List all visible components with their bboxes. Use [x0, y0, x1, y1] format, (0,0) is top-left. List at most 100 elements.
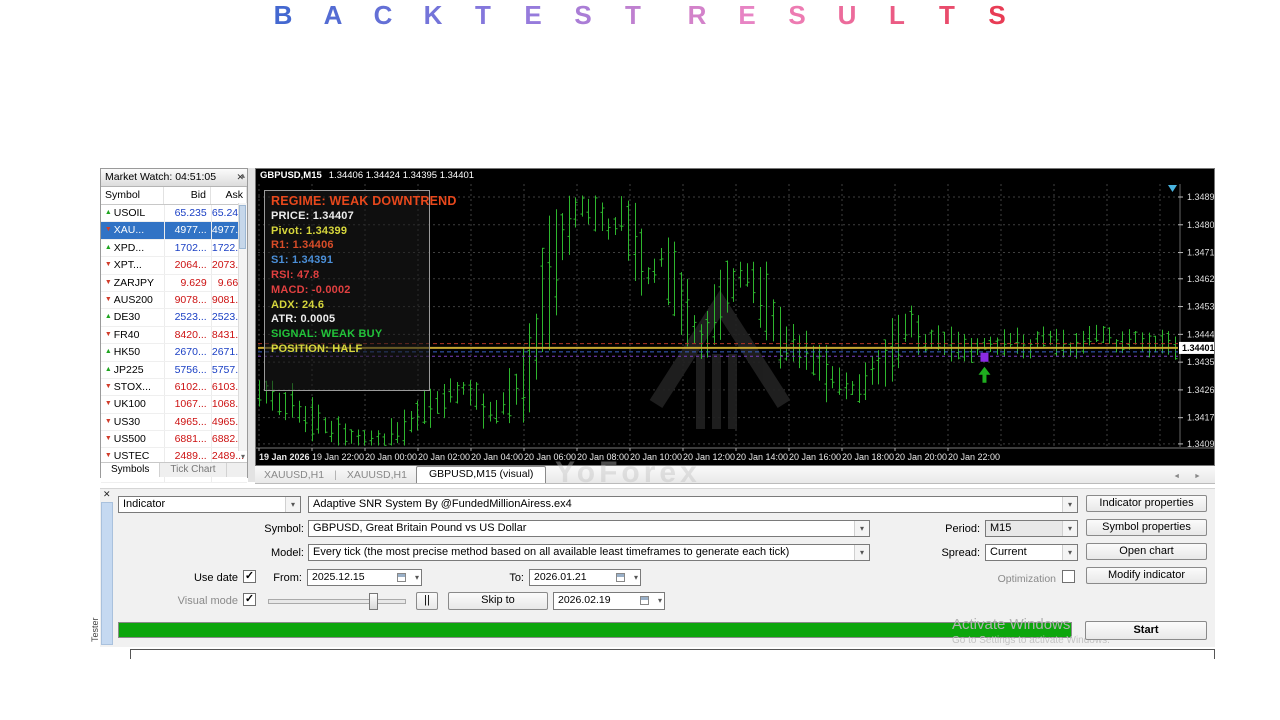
chart-tab-0[interactable]: XAUUSD,H1 [255, 468, 333, 483]
chart-symbol-period: GBPUSD,M15 [260, 170, 322, 181]
down-arrow-icon: ▼ [101, 275, 114, 291]
chevron-down-icon[interactable]: ▾ [285, 497, 300, 512]
market-watch-column-headers: Symbol Bid Ask [101, 187, 247, 205]
tab-scroll-arrows[interactable]: ◄ ► [1165, 473, 1215, 483]
title-letter: B [273, 0, 293, 31]
scrollbar-thumb[interactable] [239, 205, 246, 249]
market-watch-tabs: SymbolsTick Chart [101, 462, 247, 477]
svg-text:1.34090: 1.34090 [1187, 439, 1214, 449]
open-chart-button[interactable]: Open chart [1086, 543, 1207, 560]
indicator-properties-button[interactable]: Indicator properties [1086, 495, 1207, 512]
overlay-line: RSI: 47.8 [271, 268, 423, 283]
indicator-overlay-panel: REGIME: WEAK DOWNTRENDPRICE: 1.34407Pivo… [264, 190, 430, 391]
visual-mode-checkbox[interactable]: ✓ [243, 593, 256, 606]
symbol-name: XAU... [114, 222, 164, 238]
market-watch-row[interactable]: ▲JP2255756...5757... [101, 362, 247, 379]
broker-watermark: YoForex [555, 456, 701, 490]
symbol-select[interactable]: GBPUSD, Great Britain Pound vs US Dollar… [308, 520, 870, 537]
skip-to-date-field[interactable]: 2026.02.19 ▾ [553, 592, 665, 610]
tester-type-select[interactable]: Indicator ▾ [118, 496, 301, 513]
title-letter: T [623, 0, 643, 31]
to-label: To: [492, 570, 524, 586]
panel-gap [248, 168, 255, 482]
symbol-name: DE30 [114, 309, 164, 325]
from-date-value: 2025.12.15 [312, 571, 365, 583]
chevron-down-icon[interactable]: ▾ [1062, 521, 1077, 536]
market-watch-row[interactable]: ▲XPD...1702...1722... [101, 240, 247, 257]
calendar-icon[interactable] [397, 573, 406, 582]
chevron-down-icon[interactable]: ▾ [634, 570, 638, 585]
market-watch-row[interactable]: ▼XPT...2064...2073... [101, 257, 247, 274]
column-symbol[interactable]: Symbol [101, 187, 164, 204]
market-watch-row[interactable]: ▲USOIL65.23565.248 [101, 205, 247, 222]
bid-value: 2523... [164, 309, 211, 325]
indicator-file-value: Adaptive SNR System By @FundedMillionAir… [313, 498, 572, 510]
market-watch-scrollbar[interactable] [238, 203, 247, 451]
model-label: Model: [220, 545, 304, 561]
market-watch-row[interactable]: ▼US304965...4965... [101, 414, 247, 431]
market-watch-row[interactable]: ▲DE302523...2523... [101, 309, 247, 326]
market-watch-row[interactable]: ▲HK502670...2671... [101, 344, 247, 361]
market-watch-rows: ▲USOIL65.23565.248▼XAU...4977...4977...▲… [101, 205, 247, 483]
start-button[interactable]: Start [1085, 621, 1207, 640]
tester-side-strip: Tester [101, 502, 113, 645]
slider-thumb[interactable] [369, 593, 378, 610]
market-watch-row[interactable]: ▼STOX...6102...6103... [101, 379, 247, 396]
from-label: From: [250, 570, 302, 586]
symbol-name: USOIL [114, 205, 164, 221]
chevron-down-icon[interactable]: ▾ [854, 545, 869, 560]
pause-button[interactable]: || [416, 592, 438, 610]
period-select[interactable]: M15 ▾ [985, 520, 1078, 537]
title-letter: L [887, 0, 907, 31]
svg-text:20 Jan 22:00: 20 Jan 22:00 [948, 452, 1000, 462]
symbol-name: XPD... [114, 240, 164, 256]
activate-windows-watermark: Activate Windows [952, 616, 1070, 633]
chevron-down-icon[interactable]: ▾ [1062, 497, 1077, 512]
tester-type-value: Indicator [123, 498, 165, 510]
visual-speed-slider[interactable] [268, 599, 406, 604]
market-watch-row[interactable]: ▼XAU...4977...4977... [101, 222, 247, 239]
calendar-icon[interactable] [640, 596, 649, 605]
market-watch-tab-symbols[interactable]: Symbols [101, 463, 160, 477]
tester-tab-label: Tester [90, 617, 100, 642]
symbol-properties-button[interactable]: Symbol properties [1086, 519, 1207, 536]
to-date-field[interactable]: 2026.01.21 ▾ [529, 569, 641, 586]
symbol-name: XPT... [114, 257, 164, 273]
optimization-label: Optimization [956, 571, 1056, 587]
market-watch-tab-tick-chart[interactable]: Tick Chart [160, 463, 226, 477]
chevron-down-icon[interactable]: ▾ [658, 593, 662, 608]
model-select[interactable]: Every tick (the most precise method base… [308, 544, 870, 561]
symbol-name: ZARJPY [114, 275, 164, 291]
chart-tab-1[interactable]: XAUUSD,H1 [338, 468, 416, 483]
column-bid[interactable]: Bid [164, 187, 211, 204]
chevron-down-icon[interactable]: ▾ [854, 521, 869, 536]
visual-mode-label: Visual mode [144, 593, 238, 609]
modify-indicator-button[interactable]: Modify indicator [1086, 567, 1207, 584]
chevron-down-icon[interactable]: ▾ [415, 570, 419, 585]
chevron-down-icon[interactable]: ▾ [1062, 545, 1077, 560]
indicator-file-select[interactable]: Adaptive SNR System By @FundedMillionAir… [308, 496, 1078, 513]
close-icon[interactable]: ✕ [103, 489, 111, 500]
scroll-down-icon[interactable]: ▾ [241, 452, 245, 461]
column-ask[interactable]: Ask [211, 187, 247, 204]
chart-window[interactable]: GBPUSD,M151.34406 1.34424 1.34395 1.3440… [255, 168, 1215, 466]
from-date-field[interactable]: 2025.12.15 ▾ [307, 569, 422, 586]
market-watch-row[interactable]: ▼AUS2009078...9081... [101, 292, 247, 309]
bid-value: 4977... [164, 222, 211, 238]
spread-select[interactable]: Current ▾ [985, 544, 1078, 561]
calendar-icon[interactable] [616, 573, 625, 582]
svg-text:20 Jan 00:00: 20 Jan 00:00 [365, 452, 417, 462]
market-watch-row[interactable]: ▼FR408420...8431... [101, 327, 247, 344]
down-arrow-icon: ▼ [101, 396, 114, 412]
symbol-name: UK100 [114, 396, 164, 412]
scroll-up-icon[interactable]: ▴ [241, 171, 245, 180]
results-panel-edge [130, 649, 1215, 659]
skip-to-button[interactable]: Skip to [448, 592, 548, 610]
market-watch-row[interactable]: ▼UK1001067...1068... [101, 396, 247, 413]
market-watch-row[interactable]: ▼US5006881...6882... [101, 431, 247, 448]
skip-to-date-value: 2026.02.19 [558, 594, 611, 606]
chart-tab-2[interactable]: GBPUSD,M15 (visual) [416, 466, 546, 483]
market-watch-row[interactable]: ▼ZARJPY9.6299.667 [101, 275, 247, 292]
svg-text:19 Jan 22:00: 19 Jan 22:00 [312, 452, 364, 462]
optimization-checkbox[interactable] [1062, 570, 1075, 583]
